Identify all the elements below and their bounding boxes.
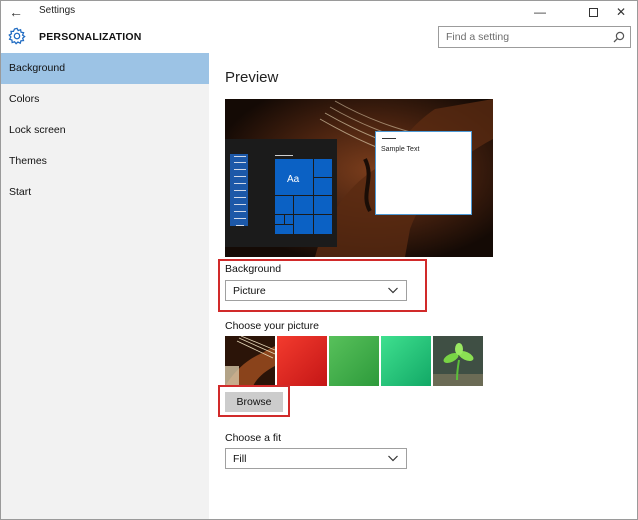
background-select-value: Picture bbox=[233, 285, 266, 297]
chevron-down-icon bbox=[388, 455, 398, 462]
preview-window: Sample Text bbox=[375, 131, 472, 215]
browse-button[interactable]: Browse bbox=[225, 392, 283, 412]
search-icon[interactable] bbox=[613, 31, 625, 43]
page-header: PERSONALIZATION bbox=[1, 23, 637, 52]
background-select[interactable]: Picture bbox=[225, 280, 407, 301]
search-box[interactable] bbox=[438, 26, 631, 48]
settings-window: ← Settings — ✕ PERSONALIZATION Backgroun… bbox=[0, 0, 638, 520]
plant-picture-thumbnail[interactable] bbox=[433, 336, 483, 386]
teal-picture-thumbnail[interactable] bbox=[381, 336, 431, 386]
sidebar-item-colors[interactable]: Colors bbox=[1, 84, 209, 115]
sidebar-item-background[interactable]: Background bbox=[1, 53, 209, 84]
choose-picture-label: Choose your picture bbox=[225, 320, 319, 332]
red-picture-thumbnail[interactable] bbox=[277, 336, 327, 386]
preview-tile-text: Aa bbox=[287, 174, 300, 185]
title-bar: ← Settings — ✕ bbox=[1, 1, 637, 23]
background-preview: Aa Sample Text bbox=[225, 99, 493, 257]
fit-select-value: Fill bbox=[233, 453, 247, 465]
preview-heading: Preview bbox=[225, 69, 279, 86]
green-picture-thumbnail[interactable] bbox=[329, 336, 379, 386]
maximize-icon[interactable] bbox=[580, 1, 606, 23]
fit-select[interactable]: Fill bbox=[225, 448, 407, 469]
preview-start-menu bbox=[225, 139, 337, 247]
gear-icon bbox=[8, 27, 26, 45]
chevron-down-icon bbox=[388, 287, 398, 294]
background-label: Background bbox=[225, 263, 282, 275]
page-title: PERSONALIZATION bbox=[39, 31, 142, 43]
window-title: Settings bbox=[39, 5, 76, 16]
sidebar: Background Colors Lock screen Themes Sta… bbox=[1, 53, 209, 519]
back-arrow-icon[interactable]: ← bbox=[7, 3, 25, 21]
close-icon[interactable]: ✕ bbox=[608, 1, 634, 23]
sidebar-item-start[interactable]: Start bbox=[1, 177, 209, 208]
sidebar-item-lock-screen[interactable]: Lock screen bbox=[1, 115, 209, 146]
minimize-icon[interactable]: — bbox=[527, 1, 553, 23]
main-content: Preview Aa Sample Text Background Pictur… bbox=[209, 53, 637, 519]
search-input[interactable] bbox=[439, 27, 609, 47]
preview-sample-text: Sample Text bbox=[381, 146, 420, 153]
sidebar-item-themes[interactable]: Themes bbox=[1, 146, 209, 177]
choose-fit-label: Choose a fit bbox=[225, 432, 282, 444]
violin-picture-thumbnail[interactable] bbox=[225, 336, 275, 386]
